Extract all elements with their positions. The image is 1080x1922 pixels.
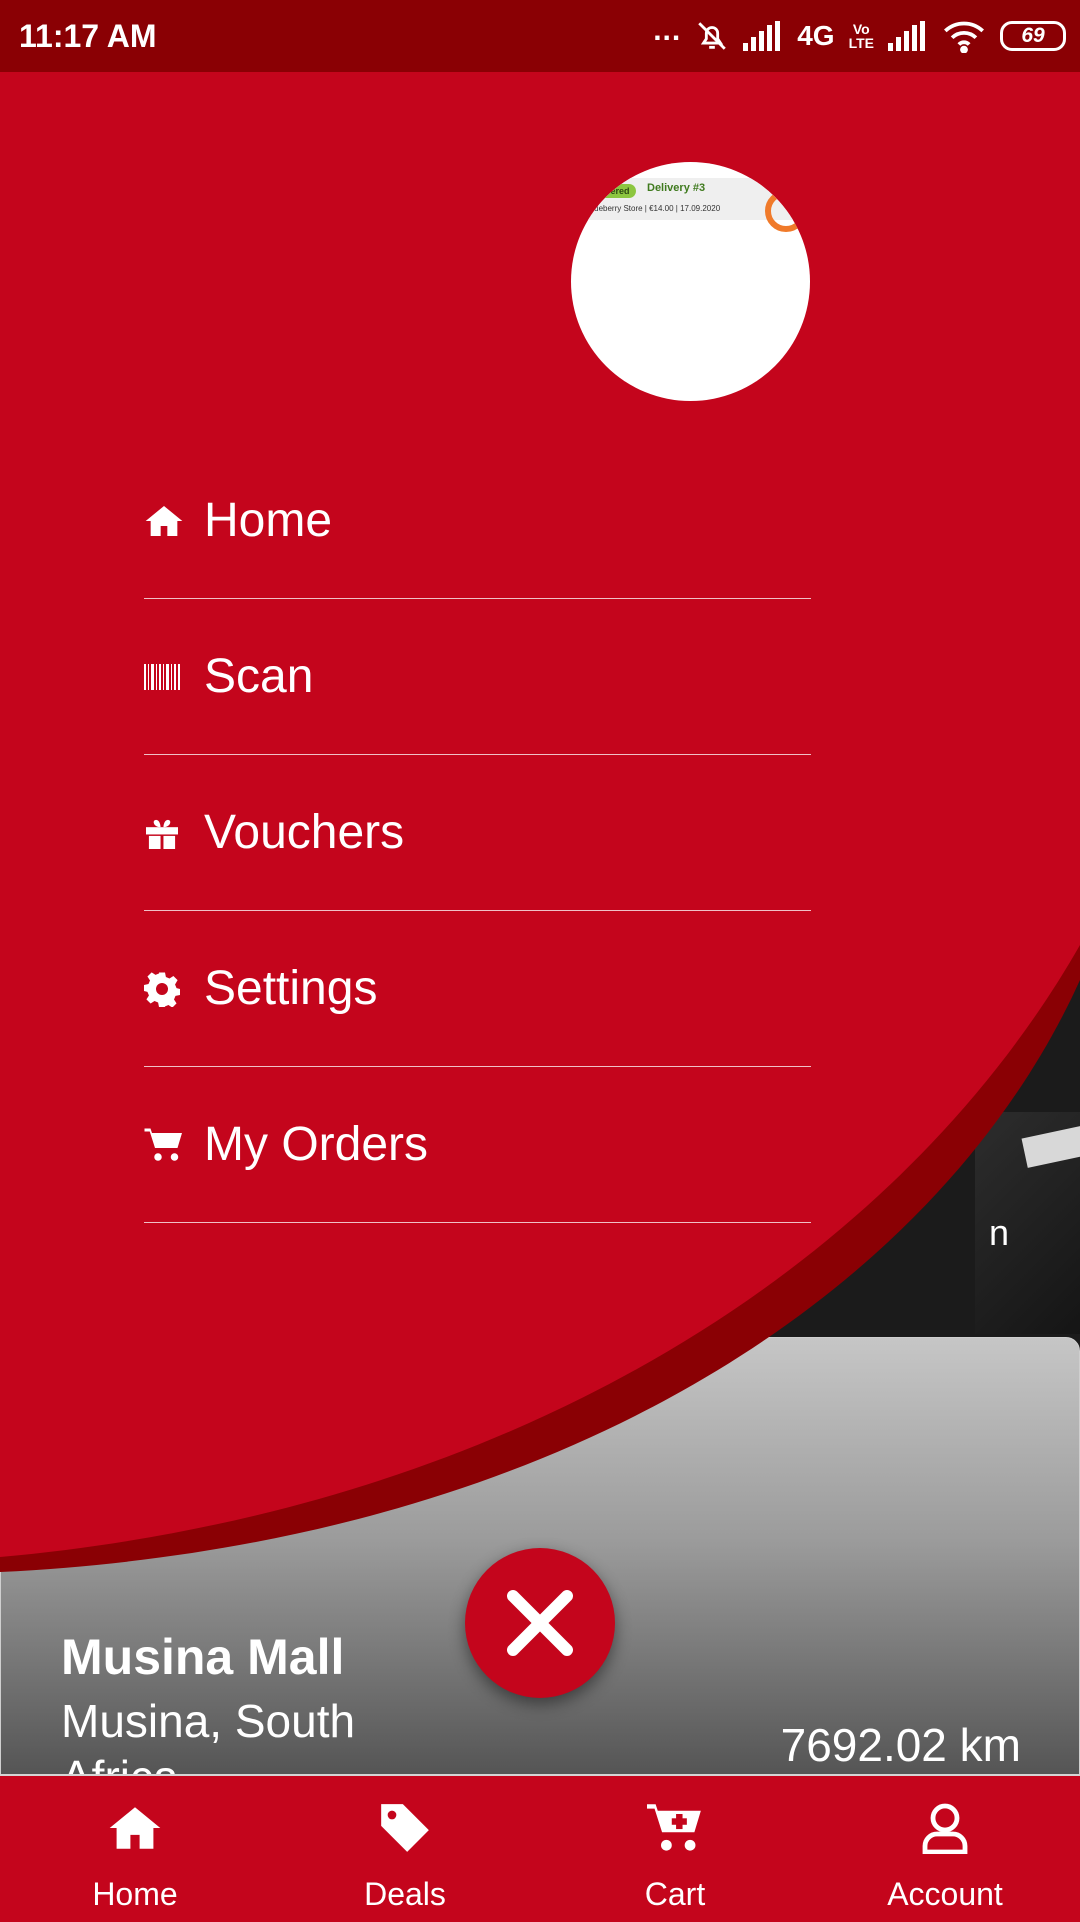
avatar-delivery-title: Delivery #3: [647, 182, 706, 194]
nav-deals[interactable]: Deals: [270, 1776, 540, 1922]
nav-home[interactable]: Home: [0, 1776, 270, 1922]
nav-label: Deals: [364, 1876, 446, 1912]
menu-item-vouchers[interactable]: Vouchers: [144, 755, 811, 911]
cart-plus-icon: [647, 1800, 703, 1856]
menu-item-home[interactable]: Home: [144, 443, 811, 599]
avatar-ring-icon: [765, 190, 807, 232]
home-icon: [144, 501, 184, 541]
menu-item-label: My Orders: [204, 1118, 429, 1171]
nav-label: Home: [92, 1876, 178, 1912]
nav-account[interactable]: Account: [810, 1776, 1080, 1922]
menu-item-label: Settings: [204, 962, 378, 1015]
profile-avatar[interactable]: Delivered Delivery #3 Blueberry Store | …: [571, 162, 810, 401]
tag-icon: [379, 1800, 431, 1856]
close-icon: [507, 1590, 573, 1656]
nav-cart[interactable]: Cart: [540, 1776, 810, 1922]
close-drawer-button[interactable]: [465, 1548, 615, 1698]
avatar-delivery-subtitle: Blueberry Store | €14.00 | 17.09.2020: [587, 204, 721, 213]
avatar-delivered-badge: Delivered: [583, 184, 636, 198]
menu-item-label: Scan: [204, 650, 314, 703]
drawer-menu: Home Scan Vouchers Settings My Orders: [144, 443, 811, 1223]
menu-item-my-orders[interactable]: My Orders: [144, 1067, 811, 1223]
gift-icon: [144, 813, 184, 853]
bottom-navigation: Home Deals Cart Account: [0, 1774, 1080, 1922]
cart-icon: [144, 1125, 184, 1165]
nav-label: Cart: [644, 1876, 706, 1912]
gear-icon: [144, 969, 184, 1009]
menu-item-settings[interactable]: Settings: [144, 911, 811, 1067]
user-icon: [921, 1800, 969, 1856]
home-icon: [107, 1800, 163, 1856]
menu-item-label: Home: [204, 494, 333, 547]
nav-label: Account: [887, 1876, 1003, 1912]
menu-item-scan[interactable]: Scan: [144, 599, 811, 755]
barcode-icon: [144, 657, 184, 697]
menu-item-label: Vouchers: [204, 806, 405, 859]
